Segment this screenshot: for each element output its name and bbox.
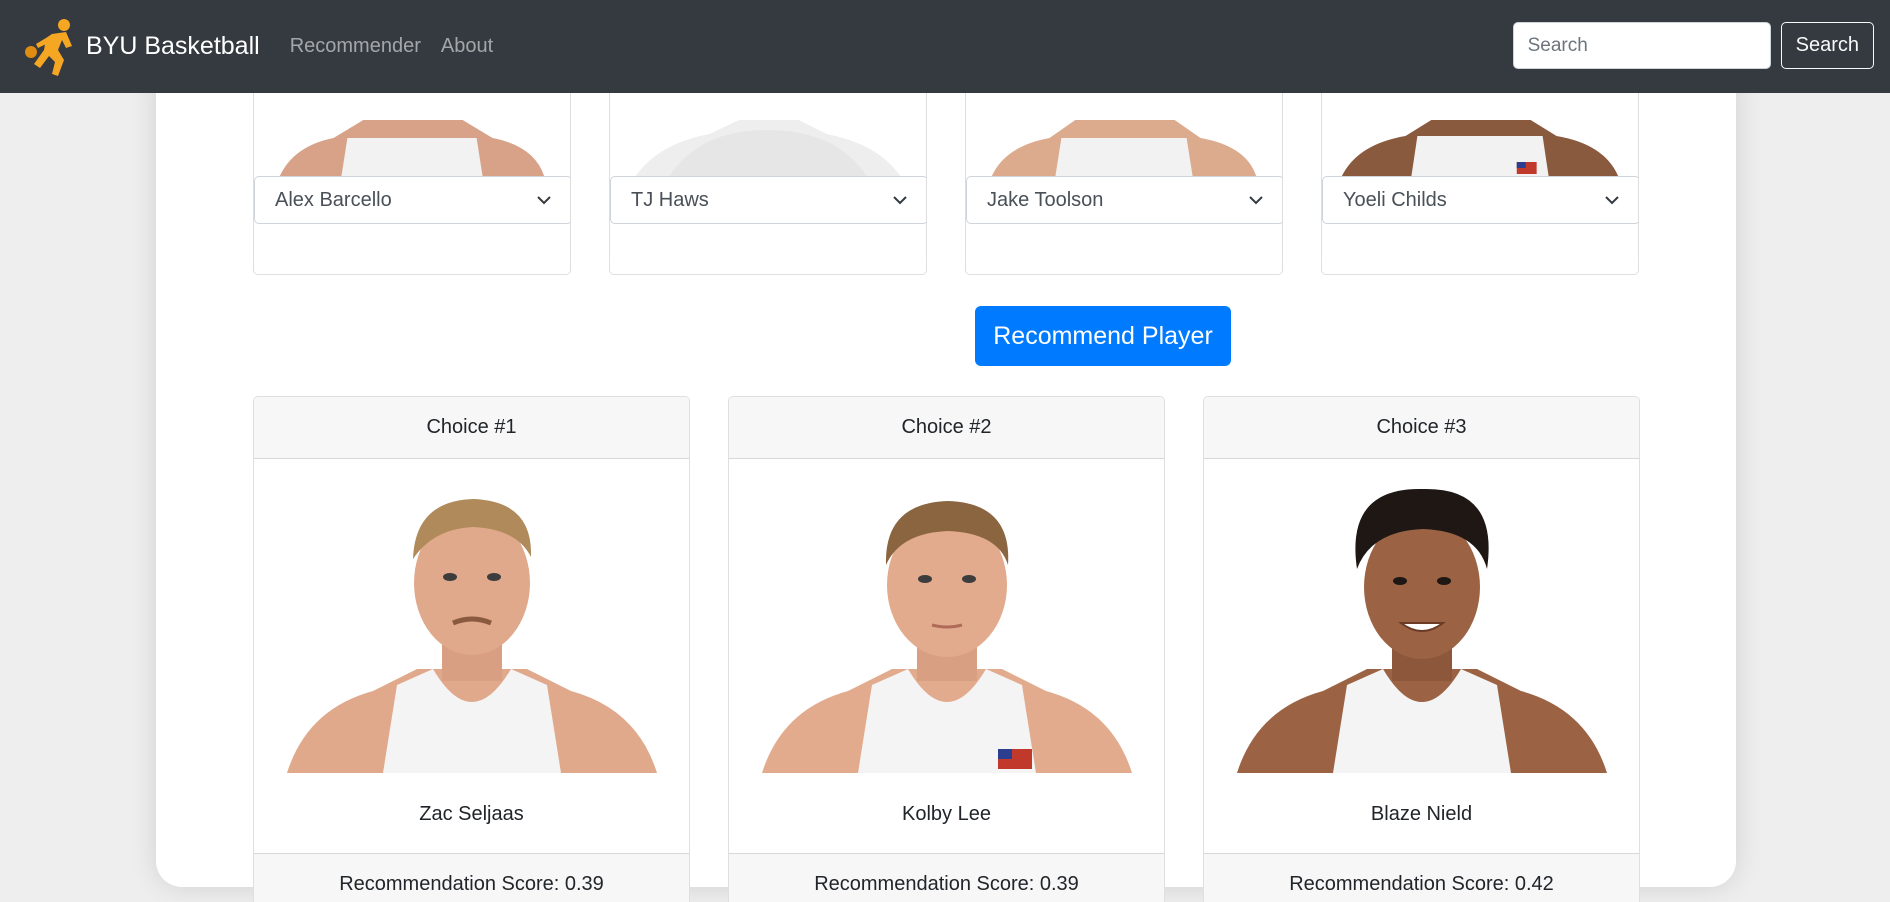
player-photo <box>1322 90 1638 176</box>
player-photo <box>966 90 1282 176</box>
chevron-down-icon <box>1249 196 1263 205</box>
player-photo <box>761 501 1132 773</box>
choice-header: Choice #2 <box>729 397 1164 459</box>
recommend-player-button[interactable]: Recommend Player <box>975 306 1231 366</box>
player-select-card: TJ Haws <box>609 90 927 275</box>
player-name: Zac Seljaas <box>419 803 524 825</box>
selected-player: Yoeli Childs <box>1343 188 1447 211</box>
nav-link-recommender[interactable]: Recommender <box>290 35 421 58</box>
brand[interactable]: BYU Basketball <box>22 16 260 78</box>
player-name: Kolby Lee <box>902 803 991 825</box>
search-input[interactable] <box>1512 22 1771 69</box>
player-photo <box>254 90 570 176</box>
nav-links: Recommender About <box>282 35 505 58</box>
player-select-card: Yoeli Childs <box>1321 90 1639 275</box>
player-select-dropdown[interactable]: Alex Barcello <box>254 176 570 224</box>
selected-player: Alex Barcello <box>275 188 392 211</box>
chevron-down-icon <box>893 196 907 205</box>
player-select-card: Jake Toolson <box>965 90 1283 275</box>
basketball-player-icon <box>25 18 72 76</box>
player-select-card: Alex Barcello <box>253 90 571 275</box>
selected-player: Jake Toolson <box>987 188 1104 211</box>
search-button[interactable]: Search <box>1780 22 1874 69</box>
selected-player: TJ Haws <box>631 188 709 211</box>
chevron-down-icon <box>1605 196 1619 205</box>
recommender-panel: Alex Barcello TJ Haws Jake Toolson Yoeli… <box>156 60 1736 902</box>
player-photo <box>1236 488 1607 773</box>
player-photo <box>286 499 657 773</box>
recommendation-score: Recommendation Score: 0.42 <box>1204 853 1639 902</box>
recommendation-score: Recommendation Score: 0.39 <box>254 853 689 902</box>
top-navbar: BYU Basketball Recommender About Search <box>0 0 1890 93</box>
choice-card: Choice #2 Kolby Lee Recommendation Score… <box>728 396 1165 902</box>
choice-card: Choice #1 Zac Seljaas Recommendation Sco… <box>253 396 690 902</box>
player-select-dropdown[interactable]: Jake Toolson <box>966 176 1282 224</box>
player-name: Blaze Nield <box>1370 803 1473 825</box>
search-form: Search <box>1512 22 1874 69</box>
brand-title: BYU Basketball <box>86 32 260 60</box>
choice-header: Choice #1 <box>254 397 689 459</box>
choice-header: Choice #3 <box>1204 397 1639 459</box>
choice-card: Choice #3 Blaze Nield Recommendation Sco… <box>1203 396 1640 902</box>
player-select-dropdown[interactable]: Yoeli Childs <box>1322 176 1638 224</box>
nav-link-about[interactable]: About <box>441 35 493 58</box>
player-photo <box>610 90 926 176</box>
chevron-down-icon <box>537 196 551 205</box>
player-select-dropdown[interactable]: TJ Haws <box>610 176 926 224</box>
recommendation-score: Recommendation Score: 0.39 <box>729 853 1164 902</box>
